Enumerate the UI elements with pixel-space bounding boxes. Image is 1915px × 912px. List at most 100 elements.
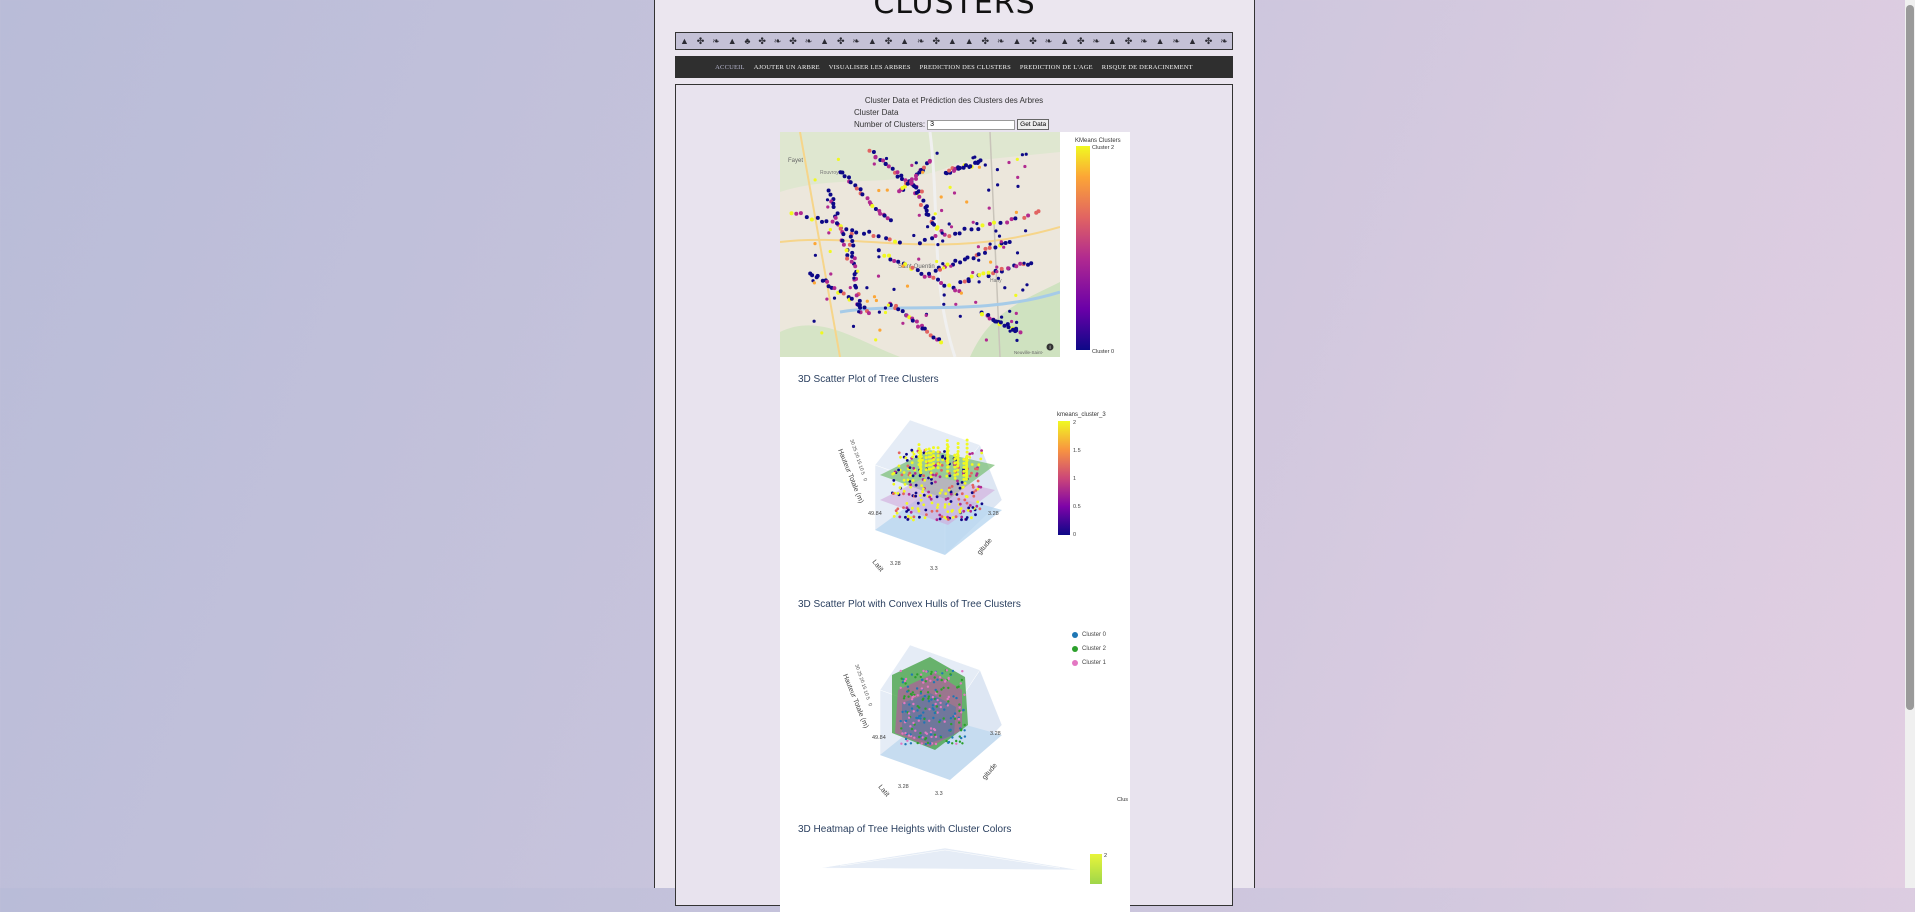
scatter3d-point: [938, 513, 942, 517]
hull3d-legend-item[interactable]: Cluster 1: [1072, 660, 1106, 666]
scatter3d-point: [943, 450, 946, 453]
map-tree-point: [936, 277, 940, 282]
map-tree-point: [813, 253, 817, 257]
nav-prediction-clusters[interactable]: PREDICTION DES CLUSTERS: [920, 64, 1011, 71]
map-tree-point: [888, 218, 893, 223]
sprout-icon: ✤: [1124, 35, 1133, 46]
leaf-icon: ❧: [773, 35, 782, 46]
scatter3d-point: [902, 492, 905, 496]
heatmap3d-chart[interactable]: 2: [780, 840, 1130, 912]
map-tree-point: [828, 228, 832, 232]
hull3d-point: [901, 710, 904, 714]
hull3d-point: [963, 735, 967, 738]
hull3d-legend-item[interactable]: Cluster 0: [1072, 632, 1106, 638]
map-tree-point: [872, 162, 876, 166]
main-navbar: ACCUEIL AJOUTER UN ARBRE VISUALISER LES …: [675, 56, 1233, 78]
nav-accueil[interactable]: ACCUEIL: [715, 64, 745, 71]
hull3d-point: [928, 708, 931, 711]
map-tree-point: [851, 324, 856, 328]
bell-icon: ▲: [1012, 35, 1022, 46]
map-tree-point: [854, 285, 858, 290]
map-tree-point: [813, 242, 817, 246]
hull3d-point: [904, 737, 908, 741]
heatmap3d-colorbar: [1090, 854, 1102, 884]
hull3d-y-axis-label: Latit: [876, 784, 890, 799]
bell-icon: ▲: [727, 35, 737, 46]
map-tree-point: [958, 314, 962, 318]
map-tree-point: [896, 259, 901, 264]
map-tree-point: [1026, 213, 1031, 218]
nav-prediction-age[interactable]: PREDICTION DE L'AGE: [1020, 64, 1093, 71]
map-tree-point: [872, 295, 877, 299]
hull3d-point: [939, 736, 943, 739]
scatter3d-colorbar-tick: 0: [1073, 532, 1076, 538]
scatter3d-point: [936, 503, 940, 506]
legend-dot-icon: [1072, 660, 1078, 666]
scatter3d-point: [956, 468, 960, 472]
scrollbar-thumb[interactable]: [1906, 5, 1914, 710]
hull3d-point: [927, 697, 930, 700]
scatter3d-point: [965, 446, 969, 450]
hull3d-point: [946, 697, 949, 701]
map-tree-point: [836, 157, 840, 161]
scatter3d-point: [932, 446, 935, 450]
hull3d-legend-item[interactable]: Cluster 2: [1072, 646, 1106, 652]
hull3d-point: [914, 676, 917, 679]
map-tree-point: [854, 293, 859, 298]
map-tree-point: [890, 166, 895, 171]
map-tree-point: [941, 262, 945, 266]
hull3d-point: [910, 698, 914, 701]
leaf-icon: ❧: [1140, 35, 1148, 46]
map-tree-point: [995, 265, 999, 269]
scatter3d-point: [956, 450, 960, 453]
scatter3d-chart[interactable]: Hauteur Totale (m) 49.84 Latit 3.28 3.3 …: [780, 390, 1130, 590]
scatter3d-point: [927, 467, 931, 471]
hull3d-point: [953, 717, 957, 720]
hull3d-point: [900, 727, 903, 730]
scatter3d-point: [906, 464, 910, 468]
map-tree-point: [942, 293, 946, 297]
map-tree-point: [1000, 315, 1004, 319]
map-tree-point: [931, 275, 936, 280]
map-tree-point: [1007, 160, 1011, 165]
scatter3d-point: [940, 468, 943, 472]
hull3d-point: [904, 731, 907, 735]
map-tree-point: [939, 195, 943, 199]
z-tick-label: 0: [861, 478, 868, 483]
nav-ajouter-arbre[interactable]: AJOUTER UN ARBRE: [754, 64, 820, 71]
map-tree-point: [874, 298, 878, 303]
hull3d-point: [921, 736, 924, 739]
map-tree-point: [850, 250, 855, 255]
scatter3d-point: [966, 509, 970, 512]
hull3d-point: [959, 682, 962, 685]
cluster-map[interactable]: Fayet Rouvroy Saint-Quentin Harly Neuvil…: [780, 132, 1060, 357]
hull3d-point: [931, 695, 935, 699]
hull3d-chart[interactable]: Hauteur Totale (m) 49.84 Latit 3.28 3.3 …: [780, 615, 1130, 815]
scatter3d-point: [891, 472, 895, 476]
clusters-number-input[interactable]: [927, 119, 1016, 130]
hull3d-point: [916, 673, 919, 676]
map-tree-point: [1021, 288, 1025, 292]
map-tree-point: [1009, 217, 1014, 222]
scatter3d-point: [971, 506, 975, 509]
window-scrollbar[interactable]: [1905, 0, 1915, 888]
scatter3d-point: [929, 471, 933, 475]
hull3d-point: [920, 742, 923, 745]
map-tree-point: [826, 205, 830, 209]
map-tree-point: [987, 316, 992, 321]
scatter3d-point: [903, 482, 907, 486]
nav-risque-deracinement[interactable]: RISQUE DE DERACINEMENT: [1102, 64, 1193, 71]
hull3d-point: [925, 670, 928, 673]
get-data-button[interactable]: Get Data: [1017, 119, 1050, 130]
nav-visualiser-arbres[interactable]: VISUALISER LES ARBRES: [829, 64, 911, 71]
map-tree-point: [798, 211, 803, 216]
scatter3d-point: [979, 457, 983, 461]
hull3d-point: [914, 729, 917, 732]
map-tree-point: [921, 198, 926, 203]
legend-label: Cluster 1: [1082, 660, 1107, 666]
hull3d-tick: 3.28: [898, 784, 909, 790]
scatter3d-point: [932, 458, 935, 462]
scatter3d-point: [935, 518, 939, 522]
map-tree-point: [932, 222, 936, 227]
hull3d-point: [932, 716, 935, 720]
